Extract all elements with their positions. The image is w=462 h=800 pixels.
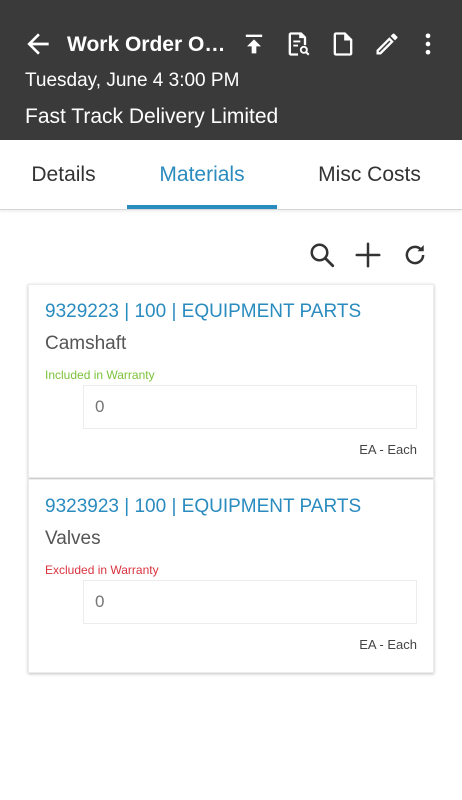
search-icon[interactable]	[307, 240, 337, 270]
tab-bar: Details Materials Misc Costs	[0, 140, 462, 210]
tab-misc-costs[interactable]: Misc Costs	[277, 140, 462, 209]
material-code[interactable]: 9323923 | 100 | EQUIPMENT PARTS	[45, 496, 361, 518]
document-icon[interactable]	[329, 30, 357, 58]
work-order-datetime: Tuesday, June 4 3:00 PM	[25, 70, 240, 91]
add-icon[interactable]	[353, 240, 383, 270]
page-title: Work Order Op…	[67, 33, 237, 56]
upload-icon[interactable]	[240, 30, 268, 58]
document-search-icon[interactable]	[284, 30, 312, 58]
app-bar: Work Order Op… Tuesday, June 4 3:00 PM F…	[0, 0, 462, 140]
more-vertical-icon[interactable]	[414, 30, 442, 58]
warranty-status: Included in Warranty	[45, 368, 155, 382]
material-name: Valves	[45, 528, 101, 549]
back-arrow-icon[interactable]	[22, 28, 54, 60]
material-name: Camshaft	[45, 333, 127, 354]
edit-pencil-icon[interactable]	[373, 30, 401, 58]
unit-of-measure: EA - Each	[359, 442, 417, 457]
quantity-input[interactable]	[83, 385, 417, 429]
tab-materials[interactable]: Materials	[127, 140, 277, 209]
tab-details[interactable]: Details	[0, 140, 127, 209]
warranty-status: Excluded in Warranty	[45, 563, 159, 577]
quantity-input[interactable]	[83, 580, 417, 624]
refresh-icon[interactable]	[400, 240, 430, 270]
unit-of-measure: EA - Each	[359, 637, 417, 652]
company-name: Fast Track Delivery Limited	[25, 105, 279, 128]
material-code[interactable]: 9329223 | 100 | EQUIPMENT PARTS	[45, 301, 361, 323]
material-card[interactable]: 9323923 | 100 | EQUIPMENT PARTS Valves E…	[28, 479, 434, 673]
active-tab-indicator	[127, 205, 277, 209]
material-card[interactable]: 9329223 | 100 | EQUIPMENT PARTS Camshaft…	[28, 284, 434, 478]
